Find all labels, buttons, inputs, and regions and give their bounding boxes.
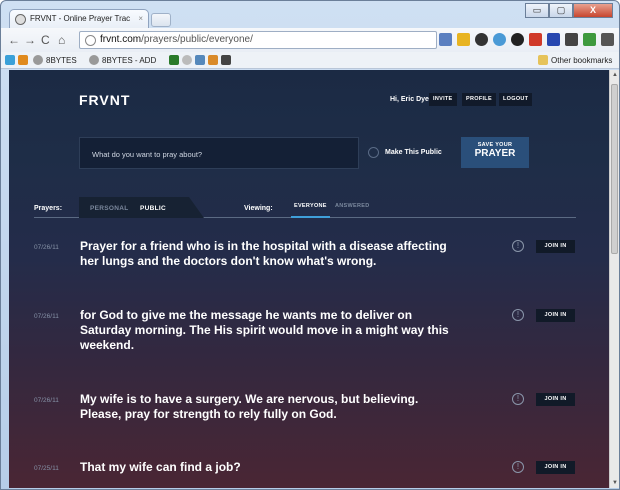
url-path: /prayers/public/everyone/ — [141, 34, 253, 45]
make-public-label: Make This Public — [385, 149, 442, 156]
browser-toolbar: ← → C ⌂ frvnt.com/prayers/public/everyon… — [1, 28, 619, 52]
join-in-button[interactable]: JOIN IN — [536, 309, 575, 322]
close-window-button[interactable]: X — [573, 3, 613, 18]
bookmark-icon[interactable] — [5, 55, 15, 65]
maximize-button[interactable]: ▢ — [549, 3, 573, 18]
report-icon[interactable]: ! — [512, 309, 524, 321]
bookmark-icon — [33, 55, 43, 65]
title-bar: FRVNT - Online Prayer Trac × ▭ ▢ X — [1, 1, 619, 29]
other-bookmarks-label: Other bookmarks — [551, 55, 613, 65]
bookmarks-bar: 8BYTES 8BYTES - ADD Other bookmarks — [1, 52, 619, 69]
scrollbar-thumb[interactable] — [611, 84, 618, 254]
bookmark-icon[interactable] — [195, 55, 205, 65]
bookmark-icon[interactable] — [208, 55, 218, 65]
browser-tab[interactable]: FRVNT - Online Prayer Trac × — [9, 9, 149, 29]
prayer-date: 07/26/11 — [34, 397, 59, 404]
report-icon[interactable]: ! — [512, 393, 524, 405]
bookmark-icon — [89, 55, 99, 65]
save-prayer-button[interactable]: SAVE YOUR PRAYER — [461, 137, 529, 168]
url-host: frvnt.com — [100, 34, 142, 45]
minimize-button[interactable]: ▭ — [525, 3, 549, 18]
folder-icon — [538, 55, 548, 65]
extension-icon[interactable] — [493, 33, 506, 46]
logout-button[interactable]: LOGOUT — [499, 93, 533, 106]
prayer-date: 07/26/11 — [34, 244, 59, 251]
report-icon[interactable]: ! — [512, 461, 524, 473]
greeting: Hi, Eric Dye — [390, 96, 429, 103]
profile-button[interactable]: PROFILE — [462, 93, 496, 106]
globe-icon — [85, 35, 96, 46]
extension-icon[interactable] — [475, 33, 488, 46]
new-tab-button[interactable] — [151, 13, 171, 27]
bookmark-label: 8BYTES — [46, 55, 77, 65]
join-in-button[interactable]: JOIN IN — [536, 240, 575, 253]
filter-bar: Prayers: PERSONAL PUBLIC Viewing: EVERYO… — [34, 197, 576, 218]
join-in-button[interactable]: JOIN IN — [536, 461, 575, 474]
address-bar[interactable]: frvnt.com/prayers/public/everyone/ — [79, 31, 437, 49]
extension-icons — [439, 33, 614, 46]
prayer-input[interactable]: What do you want to pray about? — [79, 137, 359, 169]
join-in-button[interactable]: JOIN IN — [536, 393, 575, 406]
browser-window: FRVNT - Online Prayer Trac × ▭ ▢ X ← → C… — [0, 0, 620, 490]
tab-everyone[interactable]: EVERYONE — [291, 203, 330, 218]
prayer-date: 07/26/11 — [34, 313, 59, 320]
wrench-icon[interactable] — [601, 33, 614, 46]
bookmark-icon[interactable] — [18, 55, 28, 65]
prayer-text: My wife is to have a surgery. We are ner… — [80, 392, 419, 421]
prayer-date: 07/25/11 — [34, 465, 59, 472]
close-tab-icon[interactable]: × — [138, 14, 143, 23]
tab-public[interactable]: PUBLIC — [130, 199, 176, 217]
bookmark-item[interactable]: 8BYTES - ADD — [89, 55, 156, 65]
home-icon[interactable]: ⌂ — [58, 33, 65, 47]
extension-icon[interactable] — [583, 33, 596, 46]
bookmark-label: 8BYTES - ADD — [102, 55, 157, 65]
other-bookmarks[interactable]: Other bookmarks — [538, 55, 612, 65]
scroll-down-icon[interactable]: ▼ — [612, 480, 618, 486]
prayer-text: for God to give me the message he wants … — [80, 308, 449, 352]
reload-icon[interactable]: C — [41, 33, 50, 47]
invite-button[interactable]: INVITE — [429, 93, 457, 106]
site-logo[interactable]: FRVNT — [79, 92, 130, 108]
page-content: FRVNT Hi, Eric Dye INVITE PROFILE LOGOUT… — [9, 70, 609, 488]
bookmark-item[interactable]: 8BYTES — [33, 55, 77, 65]
report-icon[interactable]: ! — [512, 240, 524, 252]
make-public-radio[interactable] — [368, 147, 379, 158]
back-icon[interactable]: ← — [8, 33, 20, 47]
tab-answered[interactable]: ANSWERED — [335, 203, 369, 209]
bookmark-icon[interactable] — [182, 55, 192, 65]
translate-icon[interactable] — [439, 33, 452, 46]
prayer-text: Prayer for a friend who is in the hospit… — [80, 239, 447, 268]
bookmark-icons — [5, 55, 28, 65]
extension-icon[interactable] — [565, 33, 578, 46]
prayers-label: Prayers: — [34, 205, 63, 212]
scroll-up-icon[interactable]: ▲ — [612, 72, 618, 78]
viewing-label: Viewing: — [244, 205, 273, 212]
save-button-line2: PRAYER — [474, 148, 516, 159]
favicon-icon — [15, 14, 26, 25]
tab-title: FRVNT - Online Prayer Trac — [30, 14, 131, 23]
gmail-icon[interactable] — [529, 33, 542, 46]
star-icon[interactable] — [457, 33, 470, 46]
star-icon[interactable] — [547, 33, 560, 46]
bookmark-icon[interactable] — [169, 55, 179, 65]
extension-icon[interactable] — [511, 33, 524, 46]
bookmark-icons — [169, 55, 231, 65]
bookmark-icon[interactable] — [221, 55, 231, 65]
vertical-scrollbar[interactable]: ▲ ▼ — [609, 70, 619, 488]
window-controls: ▭ ▢ X — [525, 3, 613, 18]
prayer-text: That my wife can find a job? — [80, 460, 241, 474]
forward-icon[interactable]: → — [24, 33, 36, 47]
